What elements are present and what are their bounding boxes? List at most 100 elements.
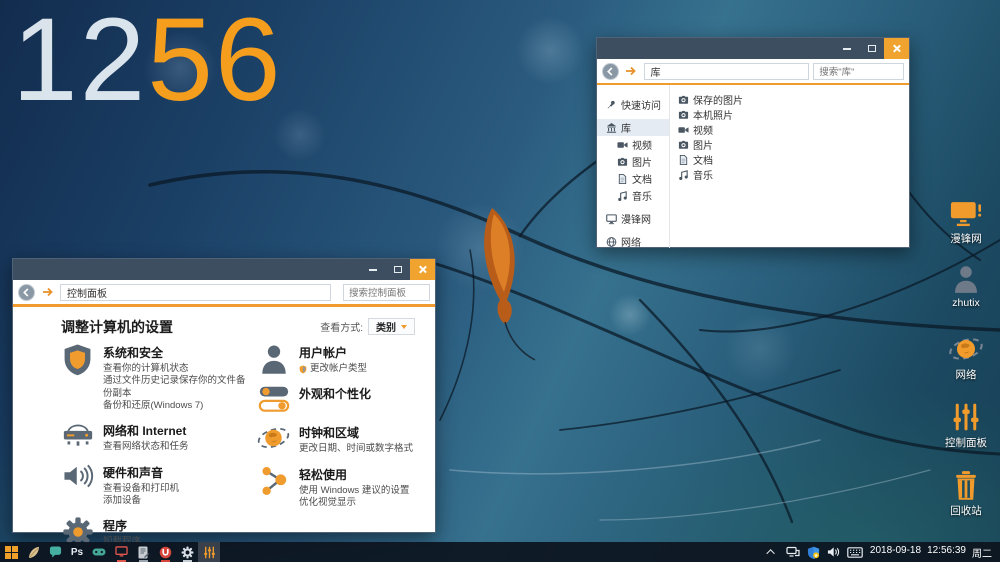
forward-button[interactable] bbox=[623, 63, 640, 80]
minimize-button[interactable] bbox=[360, 259, 385, 280]
file-item-label: 音乐 bbox=[693, 167, 713, 182]
sidebar-label: 库 bbox=[621, 120, 631, 135]
back-button[interactable] bbox=[602, 63, 619, 80]
back-button[interactable] bbox=[18, 284, 35, 301]
taskbar-app-downloader[interactable] bbox=[154, 542, 176, 562]
tray-security-icon[interactable] bbox=[807, 546, 820, 559]
taskbar-app-display[interactable] bbox=[110, 542, 132, 562]
taskbar-app-quill[interactable] bbox=[22, 542, 44, 562]
category-link[interactable]: 查看网络状态和任务 bbox=[103, 441, 189, 453]
tray-network-icon[interactable] bbox=[786, 546, 800, 558]
file-item-label: 本机照片 bbox=[693, 107, 733, 122]
file-item-documents[interactable]: 文档 bbox=[678, 152, 909, 167]
close-icon bbox=[418, 265, 427, 274]
search-box[interactable]: 搜索控制面板 bbox=[343, 284, 430, 301]
sidebar-item-music[interactable]: 音乐 bbox=[597, 187, 669, 204]
forward-arrow-icon bbox=[42, 287, 54, 297]
sidebar-item-library[interactable]: 库 bbox=[597, 119, 669, 136]
sidebar-item-manfeng[interactable]: 漫锋网 bbox=[597, 210, 669, 227]
search-box[interactable]: 搜索"库" bbox=[813, 63, 904, 80]
notepad-icon bbox=[137, 546, 149, 559]
library-sidebar: 快速访问 库 视频 图片 文档 bbox=[597, 85, 670, 248]
taskbar-app-photoshop[interactable]: Ps bbox=[66, 542, 88, 562]
desktop-icon-manfeng[interactable]: 漫锋网 bbox=[934, 198, 998, 246]
close-button[interactable] bbox=[884, 38, 909, 59]
control-panel-titlebar[interactable] bbox=[13, 259, 435, 280]
share-nodes-icon bbox=[257, 465, 290, 510]
category-title: 程序 bbox=[103, 517, 141, 534]
address-bar[interactable]: 控制面板 bbox=[60, 284, 331, 301]
video-icon bbox=[678, 124, 689, 136]
red-circle-u-icon bbox=[159, 546, 172, 559]
category-link[interactable]: 备份和还原(Windows 7) bbox=[103, 400, 249, 412]
file-item-label: 图片 bbox=[693, 137, 713, 152]
category-title: 时钟和区域 bbox=[299, 424, 413, 441]
minimize-icon bbox=[843, 48, 851, 50]
category-clock-region[interactable]: 时钟和区域 更改日期、时间或数字格式 bbox=[257, 423, 427, 455]
category-link[interactable]: 优化视觉显示 bbox=[299, 497, 409, 509]
photoshop-label: Ps bbox=[71, 547, 83, 558]
desktop-icon-recycle-bin[interactable]: 回收站 bbox=[934, 470, 998, 518]
file-item-saved-pictures[interactable]: 保存的图片 bbox=[678, 92, 909, 107]
category-link[interactable]: 添加设备 bbox=[103, 495, 179, 507]
start-button[interactable] bbox=[0, 542, 22, 562]
toggles-icon bbox=[257, 384, 290, 414]
library-titlebar[interactable] bbox=[597, 38, 909, 59]
close-icon bbox=[892, 44, 901, 53]
taskbar-app-game[interactable] bbox=[88, 542, 110, 562]
category-network-internet[interactable]: 网络和 Internet 查看网络状态和任务 bbox=[61, 421, 257, 453]
gamepad-icon bbox=[92, 547, 106, 557]
file-item-music[interactable]: 音乐 bbox=[678, 167, 909, 182]
sidebar-item-pictures[interactable]: 图片 bbox=[597, 153, 669, 170]
category-link[interactable]: 更改日期、时间或数字格式 bbox=[299, 443, 413, 455]
tray-clock[interactable]: 2018-09-18 12:56:39 周二 bbox=[870, 545, 992, 560]
category-title: 硬件和声音 bbox=[103, 464, 179, 481]
sidebar-item-documents[interactable]: 文档 bbox=[597, 170, 669, 187]
minimize-icon bbox=[369, 269, 377, 271]
taskbar-app-settings[interactable] bbox=[176, 542, 198, 562]
forward-button[interactable] bbox=[39, 284, 56, 301]
taskbar-app-control-panel-active[interactable] bbox=[198, 542, 220, 562]
user-icon bbox=[257, 343, 290, 375]
tray-volume-icon[interactable] bbox=[827, 546, 840, 558]
desktop-icon-control-panel[interactable]: 控制面板 bbox=[934, 402, 998, 450]
sidebar-label: 快速访问 bbox=[621, 97, 661, 112]
minimize-button[interactable] bbox=[834, 38, 859, 59]
category-title: 用户帐户 bbox=[299, 344, 367, 361]
desktop-icon-zhutix[interactable]: zhutix bbox=[934, 264, 998, 309]
sidebar-item-videos[interactable]: 视频 bbox=[597, 136, 669, 153]
tray-keyboard-icon[interactable] bbox=[847, 547, 863, 558]
address-bar[interactable]: 库 bbox=[644, 63, 810, 80]
file-item-videos[interactable]: 视频 bbox=[678, 122, 909, 137]
category-hardware-sound[interactable]: 硬件和声音 查看设备和打印机 添加设备 bbox=[61, 463, 257, 508]
close-button[interactable] bbox=[410, 259, 435, 280]
back-arrow-icon bbox=[22, 288, 31, 297]
category-system-security[interactable]: 系统和安全 查看你的计算机状态 通过文件历史记录保存你的文件备份副本 备份和还原… bbox=[61, 343, 257, 412]
file-item-label: 视频 bbox=[693, 122, 713, 137]
file-item-pictures[interactable]: 图片 bbox=[678, 137, 909, 152]
category-user-accounts[interactable]: 用户帐户 更改帐户类型 bbox=[257, 343, 427, 375]
file-item-camera-roll[interactable]: 本机照片 bbox=[678, 107, 909, 122]
library-building-icon bbox=[606, 122, 617, 134]
sidebar-item-network[interactable]: 网络 bbox=[597, 233, 669, 250]
sidebar-label: 网络 bbox=[621, 234, 641, 249]
desktop-icon-network[interactable]: 网络 bbox=[934, 334, 998, 382]
forward-arrow-icon bbox=[625, 66, 637, 76]
category-link[interactable]: 查看设备和打印机 bbox=[103, 483, 179, 495]
category-link[interactable]: 更改帐户类型 bbox=[299, 363, 367, 375]
category-link[interactable]: 通过文件历史记录保存你的文件备份副本 bbox=[103, 375, 249, 400]
maximize-button[interactable] bbox=[859, 38, 884, 59]
taskbar-app-chat[interactable] bbox=[44, 542, 66, 562]
globe-orbit-icon bbox=[257, 423, 290, 455]
category-title: 系统和安全 bbox=[103, 344, 249, 361]
category-link[interactable]: 查看你的计算机状态 bbox=[103, 363, 249, 375]
view-by-dropdown[interactable]: 类别 bbox=[368, 318, 415, 335]
category-ease-of-access[interactable]: 轻松使用 使用 Windows 建议的设置 优化视觉显示 bbox=[257, 465, 427, 510]
category-link[interactable]: 使用 Windows 建议的设置 bbox=[299, 485, 409, 497]
category-appearance[interactable]: 外观和个性化 bbox=[257, 384, 427, 414]
maximize-button[interactable] bbox=[385, 259, 410, 280]
sidebar-item-quick-access[interactable]: 快速访问 bbox=[597, 96, 669, 113]
taskbar-app-notepad[interactable] bbox=[132, 542, 154, 562]
monitor-icon bbox=[606, 213, 617, 225]
tray-show-hidden-button[interactable] bbox=[765, 542, 779, 562]
